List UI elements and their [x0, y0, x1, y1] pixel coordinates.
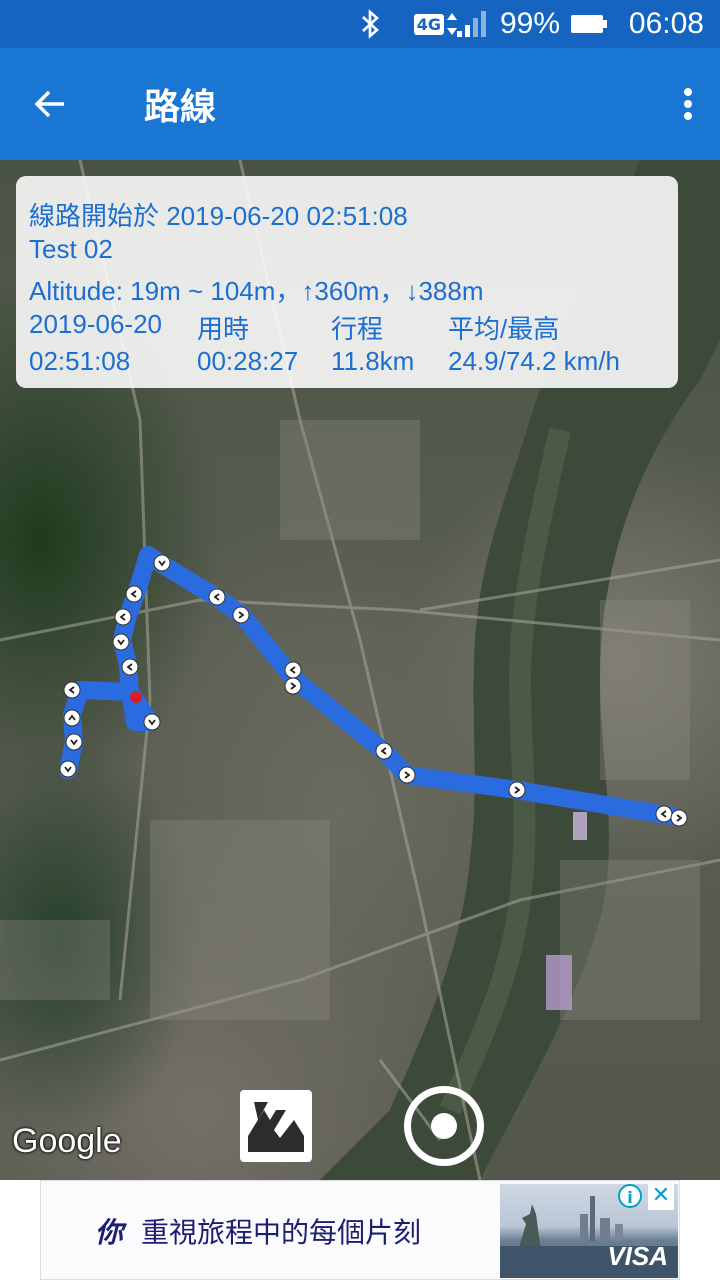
network-4g-icon: 4G	[413, 0, 458, 48]
battery-percent: 99%	[499, 7, 560, 40]
route-info-card: 線路開始於 2019-06-20 02:51:08 Test 02 Altitu…	[16, 176, 678, 388]
route-start-label: 線路開始於 2019-06-20 02:51:08	[29, 201, 408, 231]
route-marker[interactable]	[375, 742, 393, 760]
date-header: 2019-06-20	[29, 309, 162, 339]
start-time-value: 02:51:08	[29, 346, 131, 376]
gallery-button[interactable]	[240, 1090, 312, 1162]
record-button[interactable]	[404, 1086, 484, 1166]
route-marker[interactable]	[398, 766, 416, 784]
speed-value: 24.9/74.2 km/h	[448, 346, 620, 376]
route-marker[interactable]	[63, 681, 81, 699]
route-marker[interactable]	[65, 733, 83, 751]
altitude-summary: Altitude: 19m ~ 104m，↑360m，↓388m	[29, 276, 484, 306]
back-button[interactable]	[22, 76, 78, 132]
ad-headline: 重視旅程中的每個片刻	[141, 1216, 422, 1249]
distance-value: 11.8km	[331, 346, 415, 376]
clock: 06:08	[628, 7, 704, 40]
route-name: Test 02	[29, 234, 113, 264]
page-title: 路線	[144, 86, 217, 127]
ad-brand-logo: VISA	[607, 1241, 668, 1271]
route-marker[interactable]	[114, 608, 132, 626]
duration-value: 00:28:27	[197, 346, 299, 376]
route-marker[interactable]	[125, 585, 143, 603]
route-marker[interactable]	[670, 809, 688, 827]
route-marker[interactable]	[655, 805, 673, 823]
status-bar: 4G 99% 06:08	[0, 0, 720, 48]
arrow-back-icon	[34, 90, 64, 118]
rail-depot	[546, 955, 572, 1010]
route-marker[interactable]	[284, 661, 302, 679]
speed-header: 平均/最高	[448, 314, 560, 344]
route-marker[interactable]	[284, 677, 302, 695]
duration-header: 用時	[197, 314, 250, 344]
route-marker[interactable]	[63, 709, 81, 727]
signal-icon	[456, 0, 488, 48]
battery-icon	[570, 0, 608, 48]
distance-header: 行程	[331, 314, 384, 344]
image-icon	[248, 1102, 304, 1152]
overflow-menu-button[interactable]	[670, 76, 706, 132]
map-attribution: Google	[12, 1122, 122, 1160]
route-marker[interactable]	[153, 554, 171, 572]
ad-close-icon[interactable]: ✕	[648, 1184, 674, 1210]
current-position-marker	[130, 691, 142, 703]
route-marker[interactable]	[121, 658, 139, 676]
route-marker[interactable]	[112, 633, 130, 651]
route-marker[interactable]	[208, 588, 226, 606]
app-bar: 路線	[0, 48, 720, 160]
route-marker[interactable]	[143, 713, 161, 731]
route-marker[interactable]	[59, 760, 77, 778]
route-marker[interactable]	[508, 781, 526, 799]
more-vert-icon	[684, 88, 692, 120]
network-label: 4G	[413, 13, 444, 35]
rail-depot-2	[573, 812, 587, 840]
record-icon	[431, 1113, 457, 1139]
ad-lead-text: 你	[95, 1216, 124, 1249]
ad-info-icon[interactable]: i	[618, 1184, 642, 1208]
route-marker[interactable]	[232, 606, 250, 624]
bluetooth-icon	[358, 0, 382, 48]
